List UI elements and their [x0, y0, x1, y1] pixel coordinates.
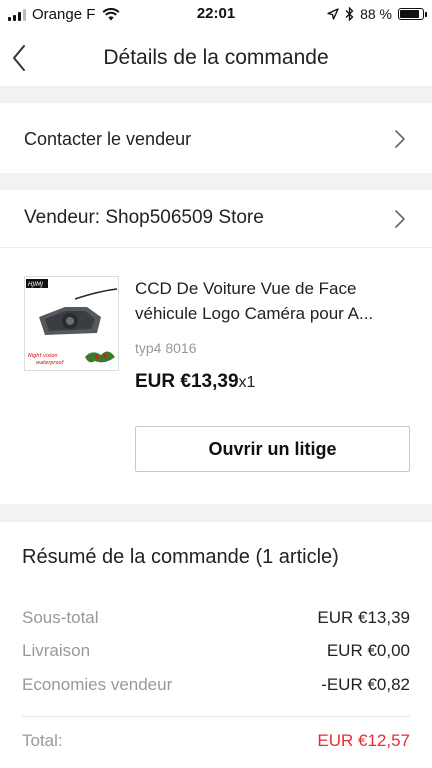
- battery-percent: 88 %: [360, 6, 392, 22]
- product-image-brand: HJIMJ: [28, 281, 43, 288]
- subtotal-line: Sous-total EUR €13,39: [22, 608, 410, 628]
- location-arrow-icon: [327, 8, 339, 20]
- status-bar: Orange F 22:01 88 %: [0, 0, 432, 30]
- camera-product-picture: HJIMJ Night vision waterproof: [25, 277, 118, 370]
- summary-divider: [22, 716, 410, 717]
- battery-icon: [398, 8, 427, 20]
- order-summary-title: Résumé de la commande (1 article): [22, 546, 339, 568]
- shipping-line: Livraison EUR €0,00: [22, 641, 410, 661]
- shipping-label: Livraison: [22, 641, 91, 660]
- total-label: Total:: [22, 731, 63, 750]
- contact-seller-row[interactable]: Contacter le vendeur: [0, 103, 432, 173]
- total-value: EUR €12,57: [317, 731, 410, 750]
- status-bar-right: 88 %: [327, 6, 427, 22]
- product-variant: typ4 8016: [135, 340, 197, 356]
- product-name[interactable]: CCD De Voiture Vue de Face véhicule Logo…: [135, 276, 415, 326]
- total-line: Total: EUR €12,57: [22, 731, 410, 751]
- seller-discount-label: Economies vendeur: [22, 675, 173, 694]
- product-image-caption-1: Night vision: [28, 353, 58, 359]
- product-quantity: x1: [238, 374, 256, 391]
- subtotal-label: Sous-total: [22, 608, 99, 627]
- open-dispute-button[interactable]: Ouvrir un litige: [135, 426, 410, 472]
- seller-discount-line: Economies vendeur -EUR €0,82: [22, 675, 410, 695]
- product-price-line: EUR €13,39x1: [135, 371, 255, 393]
- product-image-caption-2: waterproof: [36, 360, 65, 366]
- chevron-right-icon: [395, 130, 405, 148]
- battery-level: [400, 10, 420, 18]
- contact-seller-label: Contacter le vendeur: [24, 129, 192, 149]
- product-name-line-1: CCD De Voiture Vue de Face: [135, 279, 357, 298]
- seller-discount-value: -EUR €0,82: [321, 675, 410, 694]
- chevron-right-icon: [395, 210, 405, 228]
- shipping-value: EUR €0,00: [326, 641, 410, 660]
- order-summary: Résumé de la commande (1 article) Sous-t…: [0, 522, 432, 768]
- bluetooth-icon: [345, 7, 354, 21]
- seller-product-card: Vendeur: Shop506509 Store HJIMJ Night vi…: [0, 190, 432, 504]
- page-title: Détails de la commande: [103, 46, 329, 69]
- seller-label: Vendeur: Shop506509 Store: [24, 207, 264, 228]
- subtotal-value: EUR €13,39: [317, 608, 410, 627]
- product-name-line-2: véhicule Logo Caméra pour A...: [135, 304, 374, 323]
- navigation-bar: Détails de la commande: [0, 30, 432, 86]
- seller-row[interactable]: Vendeur: Shop506509 Store: [0, 190, 432, 248]
- product-price: EUR €13,39: [135, 371, 239, 392]
- product-image[interactable]: HJIMJ Night vision waterproof: [24, 276, 119, 371]
